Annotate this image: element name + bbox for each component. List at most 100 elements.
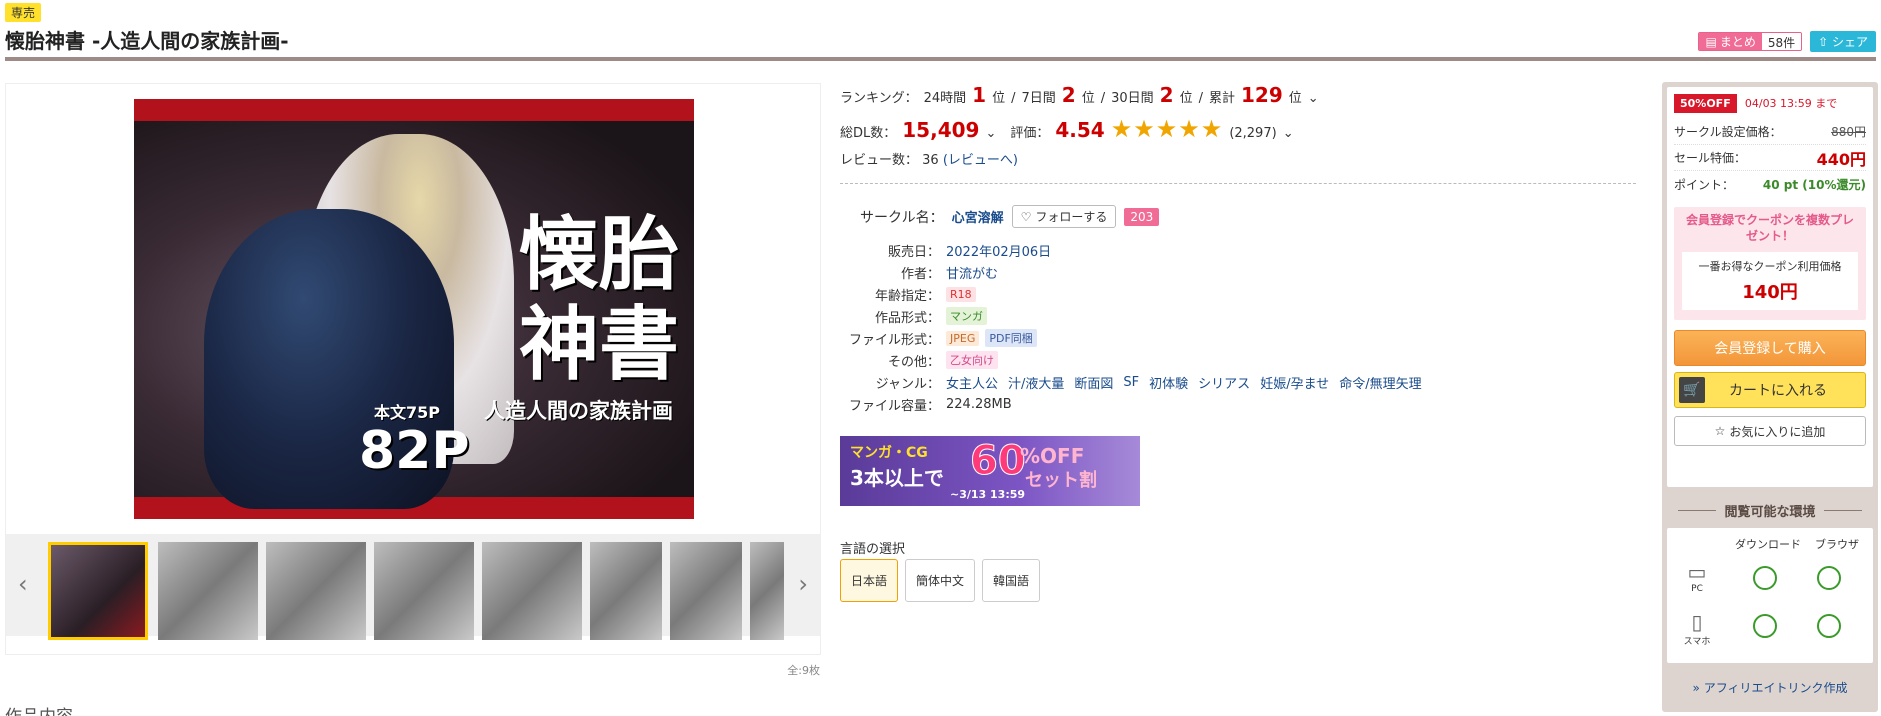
review-count: 36 — [922, 153, 939, 168]
matome-label: まとめ — [1719, 35, 1756, 49]
rating-count: (2,297) — [1229, 126, 1277, 141]
genre-link[interactable]: 命令/無理矢理 — [1339, 373, 1421, 392]
genre-link[interactable]: SF — [1123, 375, 1139, 390]
language-ja-button[interactable]: 日本語 — [840, 559, 899, 602]
rank-7d-label: 7日間 — [1021, 91, 1056, 106]
matome-button[interactable]: ▤ まとめ 58件 — [1698, 32, 1803, 51]
coupon-price: 140円 — [1742, 282, 1798, 304]
rating-stars-icon: ★★★★★ — [1110, 115, 1224, 143]
rank-unit: 位 — [1081, 91, 1095, 106]
register-buy-button[interactable]: 会員登録して購入 — [1674, 330, 1866, 367]
circle-price-label: サークル設定価格： — [1674, 125, 1782, 139]
thumbnail[interactable] — [590, 542, 662, 640]
banner-off: %OFF — [1020, 444, 1085, 468]
rank-30d-label: 30日間 — [1111, 91, 1154, 106]
thumbnail[interactable] — [750, 542, 784, 640]
genre-link[interactable]: 初体験 — [1149, 373, 1188, 392]
thumbnail[interactable] — [482, 542, 582, 640]
check-circle-icon — [1753, 566, 1777, 590]
coupon-box[interactable]: 会員登録でクーポンを複数プレゼント！ 一番お得なクーポン利用価格 140円 — [1674, 207, 1866, 321]
genre-link[interactable]: 汁/液大量 — [1008, 373, 1064, 392]
thumbnail[interactable] — [48, 542, 148, 640]
spec-file: ファイル形式： JPEG PDF同梱 — [840, 327, 1426, 349]
campaign-banner[interactable]: マンガ・CG 3本以上で 60 %OFF セット割 ~3/13 13:59 — [840, 436, 1140, 506]
add-to-cart-button[interactable]: 🛒 カートに入れる — [1674, 372, 1866, 409]
dl-count: 15,409 — [902, 118, 980, 142]
language-zh-button[interactable]: 簡体中文 — [905, 559, 976, 602]
rating-value: 4.54 — [1055, 118, 1105, 142]
spec-table: 販売日： 2022年02月06日 作者： 甘流がむ 年齢指定： R18 作品形式： マン… — [840, 239, 1426, 415]
point-label: ポイント： — [1674, 177, 1735, 192]
total-images: 全:9枚 — [787, 664, 820, 677]
sale-row: 50%OFF 04/03 13:59 まで — [1674, 94, 1866, 113]
pc-icon: ▭ — [1687, 560, 1707, 584]
file-size: 224.28MB — [946, 396, 1012, 412]
rank-unit: 位 — [992, 91, 1006, 106]
banner-percent: 60 — [970, 438, 1027, 485]
spec-key: ファイル形式： — [848, 332, 940, 348]
env-title: 閲覧可能な環境 — [1667, 501, 1873, 520]
product-title: 懐胎神書 -人造人間の家族計画- — [5, 29, 289, 53]
env-phone: ▯ スマホ — [1679, 610, 1715, 647]
info-divider — [840, 183, 1636, 184]
cart-label: カートに入れる — [1729, 383, 1827, 400]
rank-24h: 1 — [972, 83, 987, 107]
check-circle-icon — [1817, 614, 1841, 638]
share-icon: ⇧ — [1818, 35, 1832, 49]
spec-key: ファイル容量： — [848, 398, 940, 414]
file-type-tag[interactable]: PDF同梱 — [985, 329, 1037, 347]
language-options: 日本語 簡体中文 韓国語 — [840, 559, 1041, 602]
add-favorite-button[interactable]: ☆ お気に入りに追加 — [1674, 416, 1866, 447]
coupon-head: 会員登録でクーポンを複数プレゼント！ — [1685, 213, 1854, 243]
thumbnail[interactable] — [670, 542, 742, 640]
spec-key: 作品形式： — [874, 310, 940, 326]
spec-key: 年齢指定： — [874, 288, 940, 304]
cover-pages-small: 本文75P — [374, 403, 440, 422]
other-tag[interactable]: 乙女向け — [946, 351, 998, 369]
thumb-prev-icon[interactable]: ‹ — [18, 570, 28, 598]
rank-sep: / — [1100, 91, 1106, 106]
genre-link[interactable]: 断面図 — [1074, 373, 1113, 392]
author-link[interactable]: 甘流がむ — [946, 263, 998, 282]
age-tag[interactable]: R18 — [946, 286, 976, 302]
spec-key: ジャンル： — [875, 376, 940, 392]
coupon-inner: 一番お得なクーポン利用価格 140円 — [1682, 252, 1858, 311]
affiliate-link[interactable]: » アフィリエイトリンク作成 — [1667, 679, 1873, 696]
chevron-down-icon[interactable]: ⌄ — [1283, 126, 1294, 141]
rank-sep: / — [1198, 91, 1203, 106]
thumbnail[interactable] — [266, 542, 366, 640]
env-phone-label: スマホ — [1683, 637, 1711, 647]
cart-icon: 🛒 — [1679, 377, 1705, 404]
dl-label: 総DL数： — [840, 126, 897, 141]
share-button[interactable]: ⇧ シェア — [1810, 31, 1876, 52]
review-link[interactable]: (レビューへ) — [943, 153, 1018, 168]
check-circle-icon — [1817, 566, 1841, 590]
format-tag[interactable]: マンガ — [946, 307, 987, 325]
env-download-header: ダウンロード — [1735, 538, 1801, 551]
thumb-next-icon[interactable]: › — [798, 570, 808, 598]
thumbnail[interactable] — [374, 542, 474, 640]
stats-row: 総DL数： 15,409 ⌄ 評価： 4.54 ★★★★★ (2,297) ⌄ — [840, 115, 1294, 143]
genre-link[interactable]: 妊娠/孕ませ — [1260, 373, 1329, 392]
release-date-link[interactable]: 2022年02月06日 — [946, 241, 1051, 260]
chevron-down-icon[interactable]: ⌄ — [985, 126, 996, 141]
rank-30d: 2 — [1159, 83, 1174, 107]
circle-name-link[interactable]: 心宮溶解 — [952, 207, 1004, 226]
fav-label: お気に入りに追加 — [1729, 424, 1826, 439]
circle-row: サークル名： 心宮溶解 ♡ フォローする 203 — [860, 205, 1160, 228]
env-browser-header: ブラウザ — [1815, 538, 1859, 551]
spec-key: 作者： — [900, 266, 940, 282]
sale-price-row: セール特価： 440円 — [1674, 145, 1866, 171]
thumbnail[interactable] — [158, 542, 258, 640]
purchase-sidebar: 50%OFF 04/03 13:59 まで サークル設定価格： 880円 セール… — [1662, 82, 1878, 712]
heart-icon: ♡ — [1020, 209, 1032, 224]
spec-key: その他： — [887, 354, 940, 370]
main-cover-image[interactable]: 懐胎 神書 人造人間の家族計画 本文75P 82P — [134, 99, 694, 519]
chevron-down-icon[interactable]: ⌄ — [1308, 91, 1319, 106]
sale-until: 04/03 13:59 まで — [1744, 97, 1838, 110]
genre-link[interactable]: シリアス — [1198, 373, 1250, 392]
follow-button[interactable]: ♡ フォローする — [1011, 205, 1117, 228]
language-ko-button[interactable]: 韓国語 — [982, 559, 1041, 602]
file-type-tag[interactable]: JPEG — [946, 330, 980, 346]
genre-link[interactable]: 女主人公 — [946, 373, 998, 392]
